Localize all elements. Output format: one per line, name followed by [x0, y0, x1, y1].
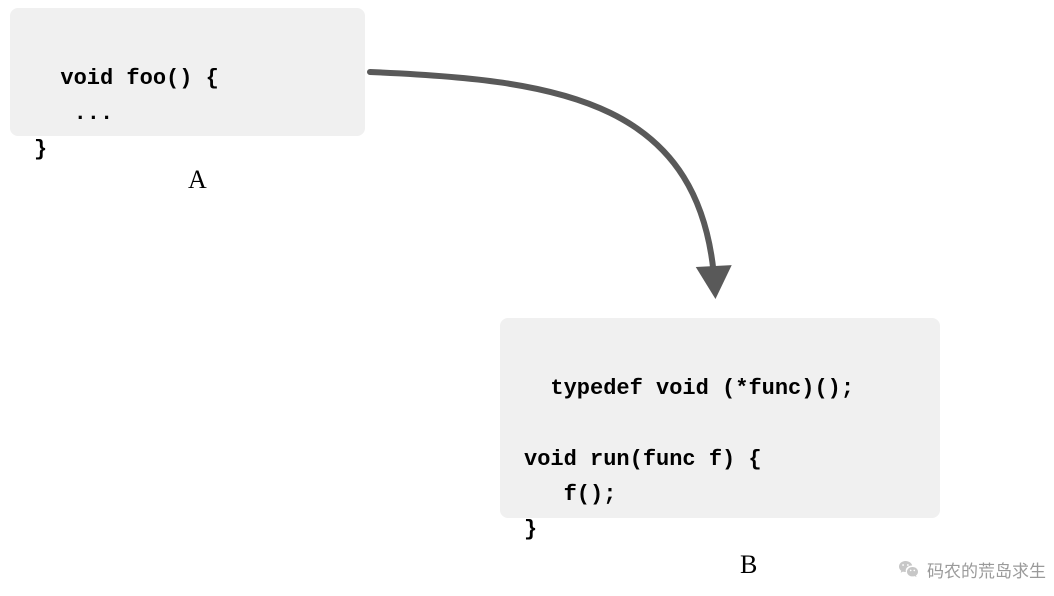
- code-box-b: typedef void (*func)(); void run(func f)…: [500, 318, 940, 518]
- watermark-text: 码农的荒岛求生: [927, 557, 1046, 582]
- label-b: B: [740, 550, 757, 580]
- code-a-content: void foo() { ... }: [34, 66, 219, 161]
- watermark: 码农的荒岛求生: [897, 557, 1046, 582]
- arrow-path: [370, 72, 715, 290]
- code-b-content: typedef void (*func)(); void run(func f)…: [524, 376, 854, 542]
- label-a: A: [188, 165, 207, 195]
- wechat-icon: [897, 558, 921, 582]
- code-box-a: void foo() { ... }: [10, 8, 365, 136]
